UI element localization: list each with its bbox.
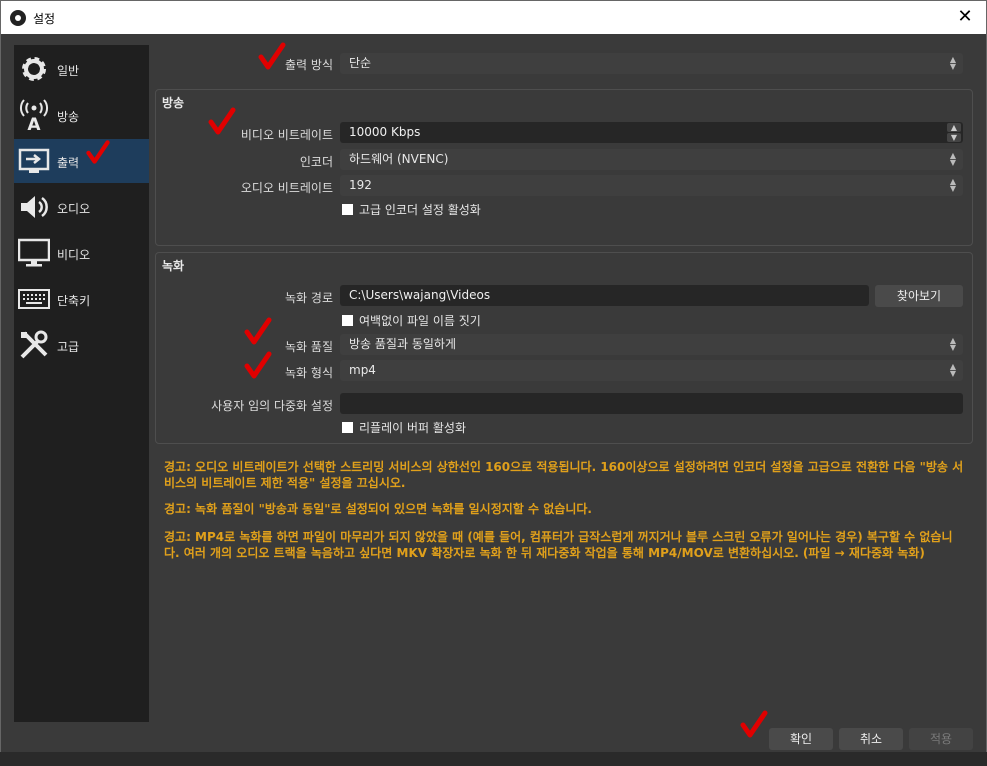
background-app-strip <box>0 752 987 766</box>
recording-group-title: 녹화 <box>162 259 185 273</box>
sidebar-item-label: 오디오 <box>57 202 91 216</box>
audio-bitrate-select[interactable]: 192 ▲ ▼ <box>340 175 963 196</box>
custom-muxer-input[interactable] <box>340 393 963 414</box>
sidebar: 일반 A 방송 출력 오디오 비디오 단축키 고급 <box>14 45 149 722</box>
sidebar-item-stream[interactable]: A 방송 <box>14 93 149 137</box>
sidebar-item-label: 단축키 <box>57 294 91 308</box>
cancel-button[interactable]: 취소 <box>839 728 903 750</box>
speaker-icon <box>21 196 48 218</box>
recording-format-value: mp4 <box>349 363 376 377</box>
tools-icon <box>20 330 48 359</box>
sidebar-item-general[interactable]: 일반 <box>14 47 149 91</box>
gear-icon <box>22 57 46 81</box>
streaming-group-title: 방송 <box>162 96 185 110</box>
title-bar: 설정 ✕ <box>1 1 986 34</box>
annotation-check-icon <box>244 317 272 345</box>
annotation-check-icon <box>740 710 768 738</box>
encoder-label: 인코더 <box>299 155 333 169</box>
keyboard-icon <box>18 289 50 309</box>
video-bitrate-value: 10000 Kbps <box>349 125 421 139</box>
output-mode-select[interactable]: 단순 ▲ ▼ <box>340 53 963 74</box>
warning-mp4: 경고: MP4로 녹화를 하면 파일이 마무리가 되지 않았을 때 (예를 들어… <box>164 530 953 560</box>
video-bitrate-label: 비디오 비트레이트 <box>240 128 333 142</box>
replay-buffer-label: 리플레이 버퍼 활성화 <box>359 421 466 435</box>
sidebar-item-label: 고급 <box>57 340 80 354</box>
advanced-encoder-checkbox[interactable]: 고급 인코더 설정 활성화 <box>342 203 481 217</box>
recording-quality-value: 방송 품질과 동일하게 <box>349 337 456 351</box>
spin-up-icon[interactable]: ▲ <box>947 123 961 132</box>
svg-text:A: A <box>27 115 41 131</box>
warning-recording-quality: 경고: 녹화 품질이 "방송과 동일"로 설정되어 있으면 녹화를 일시정지할 … <box>164 502 592 516</box>
no-space-filename-checkbox[interactable]: 여백없이 파일 이름 짓기 <box>342 314 481 328</box>
sidebar-item-hotkeys[interactable]: 단축키 <box>14 277 149 321</box>
recording-path-label: 녹화 경로 <box>285 291 333 305</box>
annotation-check-icon <box>258 42 286 70</box>
settings-window: 설정 ✕ 일반 A 방송 출력 오디오 비디오 단축키 고급 출력 방식 단순 … <box>0 0 987 754</box>
recording-format-select[interactable]: mp4 ▲ ▼ <box>340 360 963 381</box>
custom-muxer-label: 사용자 임의 다중화 설정 <box>211 399 333 413</box>
annotation-check-icon <box>208 107 236 135</box>
annotation-check-icon <box>244 351 272 379</box>
advanced-encoder-label: 고급 인코더 설정 활성화 <box>359 203 481 217</box>
recording-quality-select[interactable]: 방송 품질과 동일하게 ▲ ▼ <box>340 334 963 355</box>
annotation-check-icon <box>86 140 110 164</box>
obs-logo-icon <box>10 10 26 26</box>
sidebar-item-label: 출력 <box>57 156 80 170</box>
checkbox-box[interactable] <box>342 204 353 215</box>
spin-down-icon[interactable]: ▼ <box>947 133 961 142</box>
ok-button[interactable]: 확인 <box>769 728 833 750</box>
chevron-updown-icon: ▲ ▼ <box>949 177 957 193</box>
browse-button[interactable]: 찾아보기 <box>875 285 963 307</box>
recording-path-value: C:\Users\wajang\Videos <box>349 288 491 302</box>
recording-format-label: 녹화 형식 <box>285 366 333 380</box>
sidebar-item-output[interactable]: 출력 <box>14 139 149 183</box>
monitor-icon <box>18 238 50 267</box>
close-icon[interactable]: ✕ <box>950 3 980 31</box>
audio-bitrate-label: 오디오 비트레이트 <box>240 181 333 195</box>
sidebar-item-advanced[interactable]: 고급 <box>14 323 149 367</box>
audio-bitrate-value: 192 <box>349 178 372 192</box>
sidebar-item-audio[interactable]: 오디오 <box>14 185 149 229</box>
recording-quality-label: 녹화 품질 <box>285 340 333 354</box>
warning-audio-bitrate: 경고: 오디오 비트레이트가 선택한 스트리밍 서비스의 상한선인 160으로 … <box>164 460 964 490</box>
sidebar-item-label: 방송 <box>57 110 80 124</box>
chevron-updown-icon: ▲ ▼ <box>949 55 957 71</box>
checkbox-box[interactable] <box>342 422 353 433</box>
checkbox-box[interactable] <box>342 315 353 326</box>
window-title: 설정 <box>33 12 56 26</box>
sidebar-item-video[interactable]: 비디오 <box>14 231 149 275</box>
apply-button[interactable]: 적용 <box>909 728 973 750</box>
broadcast-icon: A <box>20 99 48 131</box>
output-icon <box>18 148 50 173</box>
output-mode-label: 출력 방식 <box>285 58 333 72</box>
encoder-value: 하드웨어 (NVENC) <box>349 152 449 166</box>
recording-path-input[interactable]: C:\Users\wajang\Videos <box>340 285 869 306</box>
no-space-filename-label: 여백없이 파일 이름 짓기 <box>359 314 481 328</box>
output-mode-value: 단순 <box>349 56 372 70</box>
sidebar-item-label: 일반 <box>57 64 80 78</box>
chevron-updown-icon: ▲ ▼ <box>949 336 957 352</box>
encoder-select[interactable]: 하드웨어 (NVENC) ▲ ▼ <box>340 149 963 170</box>
chevron-updown-icon: ▲ ▼ <box>949 362 957 378</box>
replay-buffer-checkbox[interactable]: 리플레이 버퍼 활성화 <box>342 421 466 435</box>
video-bitrate-spinbox[interactable]: 10000 Kbps ▲ ▼ <box>340 122 963 143</box>
chevron-updown-icon: ▲ ▼ <box>949 151 957 167</box>
sidebar-item-label: 비디오 <box>57 248 91 262</box>
